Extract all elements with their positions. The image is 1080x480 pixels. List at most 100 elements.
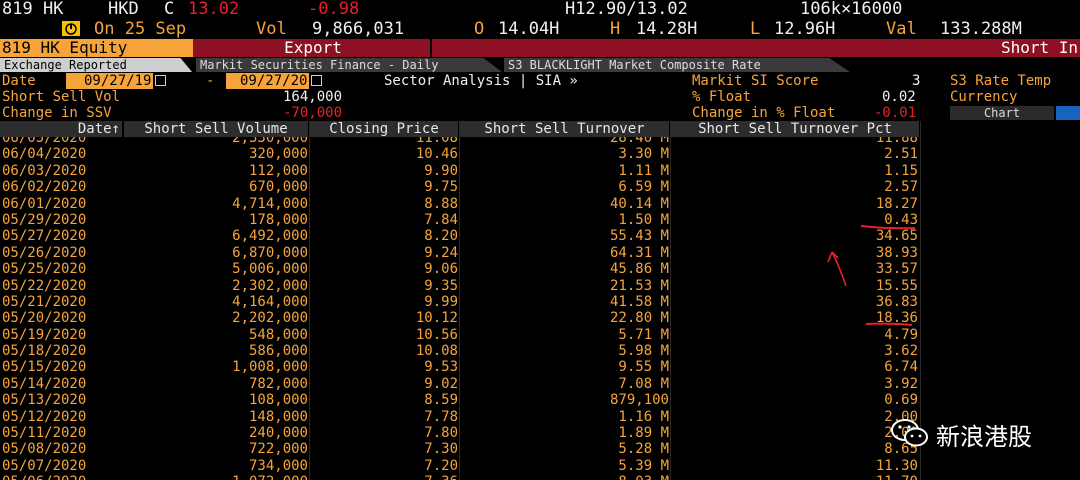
col-short-sell-volume[interactable]: Short Sell Volume [124,121,310,137]
table-row[interactable]: 05/22/2020 2,302,000 9.35 21.53 M 15.55 [0,278,1080,294]
markit-si-label: Markit SI Score [692,73,819,89]
table-row[interactable]: 05/20/2020 2,202,000 10.12 22.80 M 18.36 [0,310,1080,326]
chart-button[interactable]: Chart [950,106,1054,120]
table-row[interactable]: 05/29/2020 178,000 7.84 1.50 M 0.43 [0,212,1080,228]
cell-short-sell-turnover-pct: 15.55 [875,277,918,294]
quote-row-1: 819 HK HKD C 13.02 -0.98 H12.90/13.02 10… [0,0,1080,19]
chart-color-swatch[interactable] [1056,106,1080,120]
date-to-field[interactable]: 09/27/20 [226,73,323,89]
cell-short-sell-turnover: 3.30 M [618,146,669,163]
date-from-field[interactable]: 09/27/19 [66,73,167,89]
cell-date: 05/26/2020 [2,244,87,261]
hilo-partial: H12.90/13.02 [565,0,688,19]
cell-short-sell-turnover-pct: 0.69 [884,392,918,409]
cell-short-sell-turnover-pct: 36.83 [875,293,918,310]
col-closing-price[interactable]: Closing Price [310,121,460,137]
cell-short-sell-turnover-pct: 11.88 [875,137,918,146]
cell-short-sell-volume: 108,000 [248,392,308,409]
cell-short-sell-volume: 2,202,000 [232,310,308,327]
currency: HKD [108,0,139,19]
cell-short-sell-turnover-pct: 2.57 [884,179,918,196]
cell-short-sell-turnover: 45.86 M [609,261,669,278]
cell-short-sell-turnover-pct: 34.65 [875,228,918,245]
table-row[interactable]: 05/15/2020 1,008,000 9.53 9.55 M 6.74 [0,359,1080,375]
cell-closing-price: 10.12 [415,310,458,327]
table-row[interactable]: 06/05/2020 2,330,000 11.08 28.40 M 11.88 [0,137,1080,146]
table-row[interactable]: 05/18/2020 586,000 10.08 5.98 M 3.62 [0,343,1080,359]
table-row[interactable]: 06/04/2020 320,000 10.46 3.30 M 2.51 [0,146,1080,162]
cell-closing-price: 9.06 [424,261,458,278]
cell-short-sell-turnover-pct: 3.62 [884,343,918,360]
calendar-icon[interactable] [311,75,323,86]
bid-ask-size: 106k×16000 [800,0,903,19]
table-row[interactable]: 05/25/2020 5,006,000 9.06 45.86 M 33.57 [0,261,1080,277]
table-row[interactable]: 05/13/2020 108,000 8.59 879,100 0.69 [0,392,1080,408]
col-short-sell-turnover-pct[interactable]: Short Sell Turnover Pct [671,121,921,137]
float-label: % Float [692,89,752,105]
table-row[interactable]: 05/21/2020 4,164,000 9.99 41.58 M 36.83 [0,294,1080,310]
export-button[interactable]: Export [196,39,432,57]
cell-closing-price: 9.75 [424,179,458,196]
tab-s3-blacklight[interactable]: S3 BLACKLIGHT Market Composite Rate [504,58,850,72]
cell-short-sell-turnover: 28.40 M [609,137,669,146]
watermark-text: 新浪港股 [936,423,1032,451]
info-row-date: Date 09/27/19 - 09/27/20 Sector Analysis… [0,73,1080,89]
table-row[interactable]: 05/06/20201,072,000 7.36 8.03 M11.70 [0,474,1080,480]
table-row[interactable]: 05/27/2020 6,492,000 8.20 55.43 M 34.65 [0,228,1080,244]
cell-short-sell-volume: 670,000 [248,179,308,196]
table-row[interactable]: 05/07/2020 734,000 7.20 5.39 M 11.30 [0,458,1080,474]
quote-date: On 25 Sep [94,19,187,39]
cell-date: 05/14/2020 [2,375,87,392]
date-to-value: 09/27/20 [226,73,310,89]
table-row[interactable]: 06/03/2020 112,000 9.90 1.11 M 1.15 [0,163,1080,179]
cell-short-sell-turnover: 40.14 M [609,195,669,212]
table-row[interactable]: 06/02/2020 670,000 9.75 6.59 M 2.57 [0,179,1080,195]
low-value: 12.96H [774,19,836,39]
value-amount: 133.288M [940,19,1022,39]
security-field[interactable]: 819 HK Equity [0,39,193,57]
price-change: -0.98 [308,0,360,19]
last-label: C [164,0,175,19]
s3-rate-label: S3 Rate Temp [950,73,1052,89]
cell-date: 06/04/2020 [2,146,87,163]
calendar-icon[interactable] [155,75,167,86]
cell-short-sell-volume: 6,870,000 [232,244,308,261]
cell-short-sell-volume: 782,000 [248,375,308,392]
sector-analysis-link[interactable]: Sector Analysis | SIA » [384,73,578,89]
cell-date: 05/08/2020 [2,441,87,458]
float-value: 0.02 [882,89,916,105]
cell-short-sell-volume: 734,000 [248,457,308,474]
cell-short-sell-turnover: 41.58 M [609,293,669,310]
cell-closing-price: 7.78 [424,408,458,425]
cell-short-sell-volume: 320,000 [248,146,308,163]
wechat-icon [891,419,928,447]
col-date[interactable]: Date↑ [0,121,124,137]
cell-short-sell-turnover-pct: 0.43 [884,211,918,228]
table-row[interactable]: 05/26/2020 6,870,000 9.24 64.31 M 38.93 [0,245,1080,261]
cell-short-sell-volume: 4,714,000 [232,195,308,212]
volume-value: 9,866,031 [312,19,405,39]
cell-closing-price: 8.20 [424,228,458,245]
date-from-value: 09/27/19 [66,73,154,89]
cell-short-sell-volume: 548,000 [248,326,308,343]
table-row[interactable]: 06/01/2020 4,714,000 8.88 40.14 M 18.27 [0,196,1080,212]
cell-short-sell-volume: 240,000 [248,425,308,442]
tab-exchange-reported[interactable]: Exchange Reported [0,58,192,72]
cell-short-sell-turnover: 5.98 M [618,343,669,360]
cell-date: 05/29/2020 [2,211,87,228]
cell-short-sell-turnover: 22.80 M [609,310,669,327]
cell-closing-price: 7.80 [424,425,458,442]
cell-date: 05/13/2020 [2,392,87,409]
table-header: Date↑ Short Sell Volume Closing Price Sh… [0,121,1080,137]
cell-short-sell-turnover: 9.55 M [618,359,669,376]
volume-label: Vol [256,19,287,39]
tab-markit-daily[interactable]: Markit Securities Finance - Daily [196,58,502,72]
cell-closing-price: 7.30 [424,441,458,458]
table-row[interactable]: 05/14/2020 782,000 9.02 7.08 M 3.92 [0,376,1080,392]
cell-closing-price: 8.88 [424,195,458,212]
table-row[interactable]: 05/19/2020 548,000 10.56 5.71 M 4.79 [0,327,1080,343]
short-interest-menu[interactable]: Short In [1001,39,1078,57]
info-row-ssv: Short Sell Vol 164,000 % Float 0.02 Curr… [0,89,1080,105]
col-short-sell-turnover[interactable]: Short Sell Turnover [460,121,671,137]
cell-closing-price: 9.53 [424,359,458,376]
